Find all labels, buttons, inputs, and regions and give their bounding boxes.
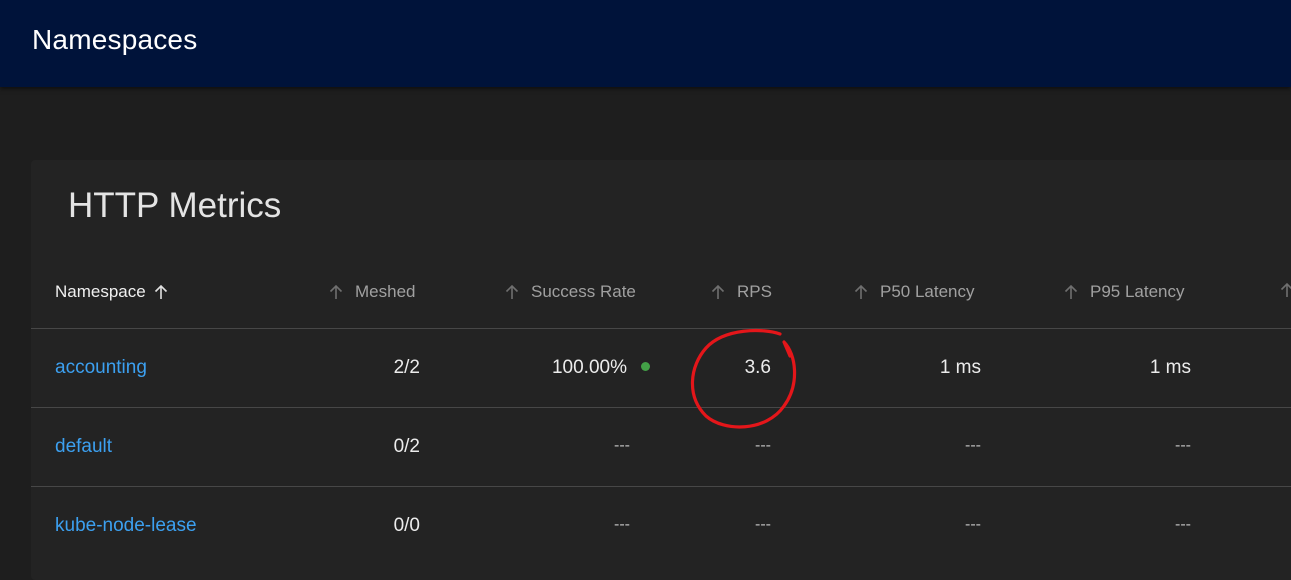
column-label: P95 Latency — [1090, 282, 1185, 301]
column-header-rps[interactable]: RPS — [711, 282, 772, 302]
arrow-up-icon — [154, 284, 168, 300]
column-header-namespace[interactable]: Namespace — [55, 282, 168, 302]
column-label: Success Rate — [531, 282, 636, 301]
namespace-link-accounting[interactable]: accounting — [55, 357, 147, 379]
meshed-value: 0/2 — [393, 436, 420, 457]
arrow-up-icon — [711, 284, 725, 300]
column-label: Meshed — [355, 282, 416, 301]
meshed-value: 0/0 — [393, 515, 420, 536]
namespace-link-default[interactable]: default — [55, 436, 112, 458]
rps-value: --- — [755, 437, 771, 454]
column-label: Namespace — [55, 282, 146, 301]
row-divider — [31, 407, 1291, 408]
arrow-up-icon — [505, 284, 519, 300]
arrow-up-icon — [1064, 284, 1078, 300]
rps-value: 3.6 — [744, 357, 771, 378]
row-divider — [31, 328, 1291, 329]
page-title: Namespaces — [32, 24, 198, 55]
meshed-value: 2/2 — [393, 357, 420, 378]
arrow-up-icon — [329, 284, 343, 300]
column-header-truncated[interactable] — [1280, 282, 1291, 298]
column-header-meshed[interactable]: Meshed — [329, 282, 415, 302]
success-rate-value: 100.00% — [551, 357, 627, 378]
column-header-p50-latency[interactable]: P50 Latency — [854, 282, 975, 302]
rps-value: --- — [755, 516, 771, 533]
p50-latency-value: --- — [965, 516, 981, 533]
column-header-p95-latency[interactable]: P95 Latency — [1064, 282, 1185, 302]
p50-latency-value: 1 ms — [939, 357, 981, 378]
row-divider — [31, 486, 1291, 487]
column-label: P50 Latency — [880, 282, 975, 301]
p95-latency-value: --- — [1175, 437, 1191, 454]
success-rate-value: --- — [614, 437, 630, 454]
success-rate-value: --- — [614, 516, 630, 533]
p95-latency-value: --- — [1175, 516, 1191, 533]
success-rate-cell: 100.00% — [480, 357, 650, 379]
p50-latency-value: --- — [965, 437, 981, 454]
success-dot-icon — [641, 362, 650, 371]
card-title: HTTP Metrics — [68, 186, 282, 225]
column-label: RPS — [737, 282, 772, 301]
app-header: Namespaces — [0, 0, 1291, 87]
column-header-success-rate[interactable]: Success Rate — [505, 282, 636, 302]
namespace-link-kube-node-lease[interactable]: kube-node-lease — [55, 515, 197, 537]
arrow-up-icon — [854, 284, 868, 300]
arrow-up-icon — [1280, 282, 1291, 298]
p95-latency-value: 1 ms — [1149, 357, 1191, 378]
